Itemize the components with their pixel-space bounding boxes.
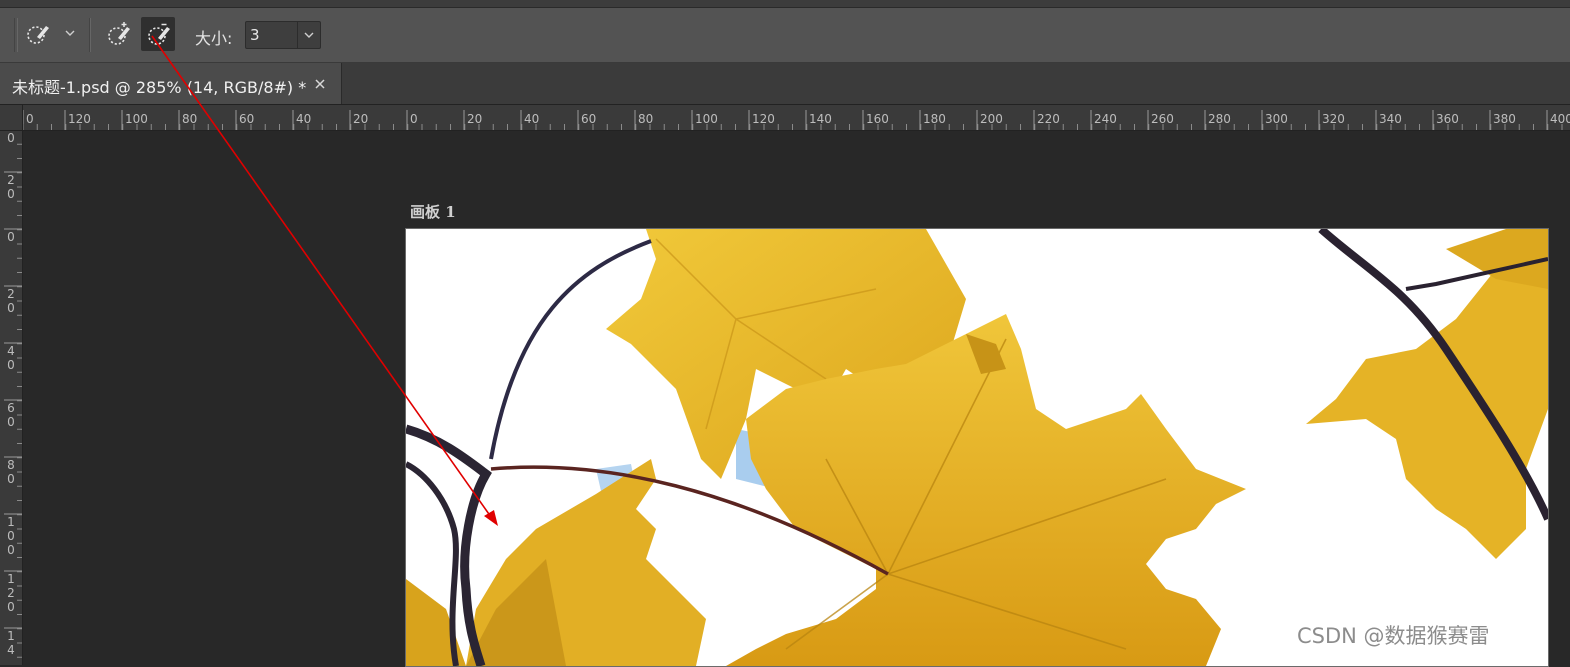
app-title-strip	[0, 0, 1570, 8]
brush-size-label: 大小:	[195, 29, 233, 48]
close-icon[interactable]	[313, 77, 327, 91]
ruler-label: 300	[1265, 112, 1288, 126]
ruler-label: 40	[7, 344, 15, 372]
ruler-label: 320	[1322, 112, 1345, 126]
ruler-label: 40	[296, 112, 312, 126]
watermark: CSDN @数据猴赛雷	[1297, 624, 1490, 648]
ruler-label: 200	[980, 112, 1003, 126]
ruler-label: 160	[866, 112, 889, 126]
chevron-down-icon	[304, 32, 314, 38]
ruler-label: 40	[524, 112, 540, 126]
options-bar: 大小:	[0, 8, 1570, 63]
ruler-label: 400	[1550, 112, 1570, 126]
ruler-label: 120	[752, 112, 775, 126]
maple-leaves-image	[406, 229, 1548, 666]
add-to-selection-icon	[108, 22, 130, 45]
document-tab[interactable]: 未标题-1.psd @ 285% (14, RGB/8#) *	[0, 63, 342, 104]
chevron-down-icon[interactable]	[64, 27, 76, 39]
ruler-label: 340	[1379, 112, 1402, 126]
brush-size-input[interactable]	[246, 22, 298, 48]
brush-size-dropdown[interactable]	[297, 22, 320, 48]
quick-selection-icon	[27, 26, 49, 44]
ruler-label: 20	[467, 112, 483, 126]
tool-preset-picker[interactable]	[20, 17, 54, 51]
ruler-label: 60	[239, 112, 255, 126]
artboard[interactable]	[405, 228, 1549, 667]
add-to-selection-button[interactable]	[101, 17, 135, 51]
brush-size-control	[245, 21, 321, 49]
ruler-label: 20	[7, 287, 15, 315]
ruler-label: 60	[7, 401, 15, 429]
ruler-label: 80	[182, 112, 198, 126]
options-bar-grip[interactable]	[14, 18, 18, 52]
ruler-label: 100	[125, 112, 148, 126]
document-tab-title: 未标题-1.psd @ 285% (14, RGB/8#) *	[12, 78, 307, 97]
ruler-label: 280	[1208, 112, 1231, 126]
ruler-label: 120	[68, 112, 91, 126]
ruler-label: 80	[7, 458, 15, 486]
subtract-from-selection-button[interactable]	[141, 17, 175, 51]
ruler-origin-corner[interactable]	[0, 105, 23, 131]
ruler-label: 14	[7, 629, 15, 657]
ruler-label: 260	[1151, 112, 1174, 126]
ruler-label: 360	[1436, 112, 1459, 126]
ruler-label: 0	[7, 230, 15, 244]
ruler-label: 60	[581, 112, 597, 126]
ruler-label: 140	[809, 112, 832, 126]
ruler-label: 20	[353, 112, 369, 126]
ruler-label: 220	[1037, 112, 1060, 126]
subtract-from-selection-icon	[148, 23, 170, 45]
ruler-label: 100	[7, 515, 15, 557]
ruler-label: 80	[638, 112, 654, 126]
ruler-label: 100	[695, 112, 718, 126]
ruler-label: 380	[1493, 112, 1516, 126]
ruler-label: 20	[7, 173, 15, 201]
ruler-label: 240	[1094, 112, 1117, 126]
ruler-label: 0	[26, 112, 34, 126]
ruler-label: 0	[410, 112, 418, 126]
vertical-ruler[interactable]: 0 20 0 20 40 60 80 100 120 14	[0, 130, 23, 665]
horizontal-ruler[interactable]: 0 120 100 80 60 40 20 0 20 40 60 80 100 120 140 160 180 2…	[0, 105, 1570, 131]
artboard-label[interactable]: 画板 1	[410, 201, 456, 222]
ruler-label: 120	[7, 572, 15, 614]
ruler-label: 180	[923, 112, 946, 126]
options-separator	[89, 18, 91, 52]
ruler-label: 0	[7, 131, 15, 145]
document-tab-bar: 未标题-1.psd @ 285% (14, RGB/8#) *	[0, 63, 1570, 105]
